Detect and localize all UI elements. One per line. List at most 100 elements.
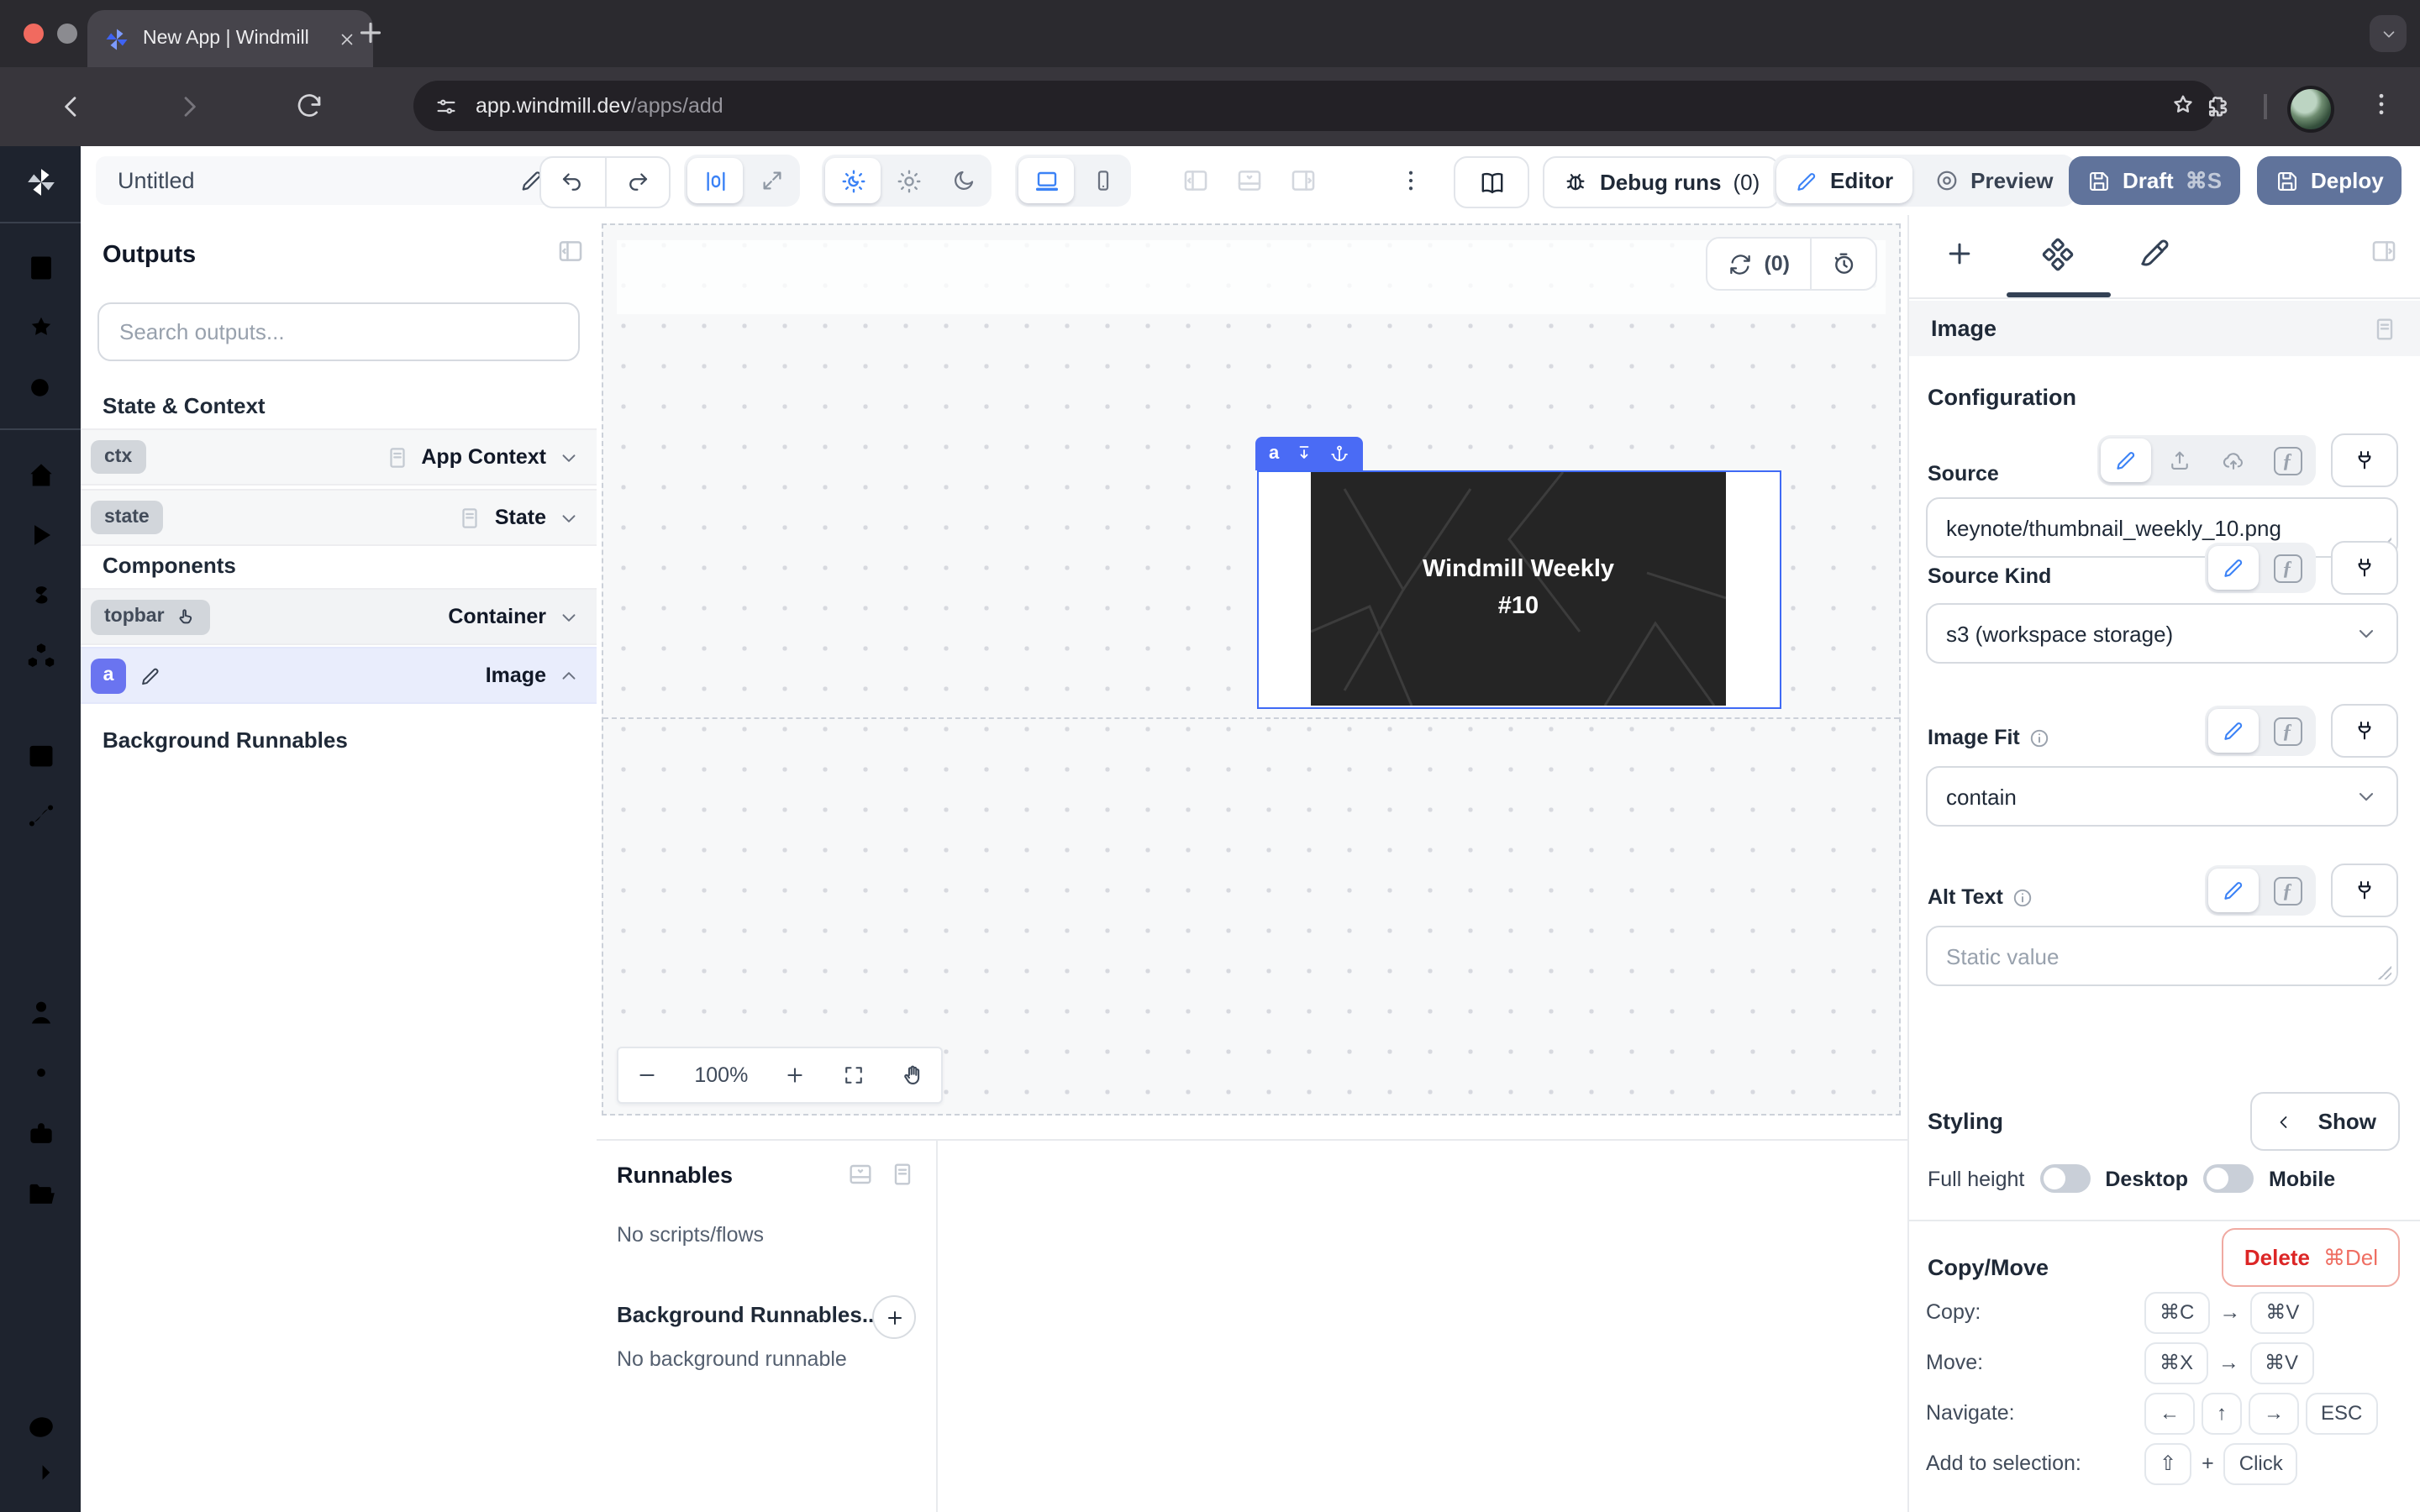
- ctx-badge[interactable]: ctx: [91, 440, 145, 474]
- zoom-in-plus-icon[interactable]: [783, 1063, 807, 1087]
- extensions-puzzle-icon[interactable]: [2205, 92, 2233, 121]
- home-icon[interactable]: [24, 459, 56, 491]
- collapse-panel-down-icon[interactable]: [847, 1161, 874, 1188]
- tab-search-chevron[interactable]: [2370, 15, 2407, 52]
- editor-tab[interactable]: Editor: [1776, 158, 1912, 203]
- source-upload-button[interactable]: [2154, 438, 2205, 482]
- chevron-down-icon[interactable]: [558, 507, 580, 528]
- source-kind-select[interactable]: s3 (workspace storage): [1926, 603, 2398, 664]
- source-static-pencil-button[interactable]: [2101, 438, 2151, 482]
- collapse-arrow-right-icon[interactable]: [24, 1457, 56, 1488]
- component-doc-icon[interactable]: [2371, 315, 2398, 342]
- info-icon[interactable]: [2028, 727, 2050, 748]
- runnables-doc-icon[interactable]: [889, 1161, 916, 1188]
- styling-tab-brush-icon[interactable]: [2138, 237, 2171, 270]
- system-theme-button[interactable]: [825, 158, 881, 203]
- topbar-badge[interactable]: topbar: [91, 599, 210, 634]
- more-options-kebab-icon[interactable]: [1397, 166, 1425, 203]
- full-height-toggle[interactable]: [2039, 1164, 2090, 1193]
- app-canvas[interactable]: (0) a: [602, 223, 1901, 1116]
- browser-tab[interactable]: New App | Windmill: [87, 10, 373, 67]
- image-fit-select[interactable]: contain: [1926, 766, 2398, 827]
- info-icon[interactable]: [2012, 886, 2033, 908]
- state-output-row[interactable]: state State: [81, 489, 597, 546]
- collapse-panel-icon[interactable]: [556, 237, 585, 265]
- help-icon[interactable]: [24, 1411, 56, 1443]
- favorites-star-icon[interactable]: [24, 312, 56, 344]
- folders-icon[interactable]: [24, 1178, 56, 1210]
- user-icon[interactable]: [24, 996, 56, 1028]
- alt-text-plug-button[interactable]: [2331, 864, 2398, 917]
- workspace-icon[interactable]: [24, 252, 56, 284]
- collapse-settings-panel-icon[interactable]: [2370, 237, 2398, 265]
- state-badge[interactable]: state: [91, 501, 163, 534]
- desktop-view-button[interactable]: [1018, 158, 1074, 203]
- panel-bottom-toggle-icon[interactable]: [1235, 166, 1264, 195]
- insert-component-tab-plus-icon[interactable]: [1943, 237, 1976, 270]
- ctx-output-row[interactable]: ctx App Context: [81, 428, 597, 486]
- windmill-logo[interactable]: [24, 166, 56, 198]
- alt-text-input[interactable]: Static value: [1926, 926, 2398, 986]
- url-input[interactable]: app.windmill.dev/apps/add: [413, 81, 2217, 131]
- source-connect-plug-button[interactable]: [2331, 433, 2398, 487]
- alt-text-pencil-button[interactable]: [2208, 869, 2259, 912]
- fit-view-icon[interactable]: [842, 1063, 865, 1087]
- resize-handle[interactable]: [2378, 966, 2391, 979]
- flows-route-icon[interactable]: [24, 800, 56, 832]
- mobile-view-button[interactable]: [1077, 168, 1128, 193]
- source-s3-cloud-button[interactable]: [2208, 438, 2259, 482]
- zoom-out-minus-icon[interactable]: [636, 1063, 660, 1087]
- create-plus-icon[interactable]: [24, 860, 56, 892]
- browser-menu-kebab-icon[interactable]: [2366, 89, 2396, 128]
- add-background-runnable-button[interactable]: [872, 1295, 916, 1339]
- doc-icon[interactable]: [384, 444, 409, 470]
- traffic-close-button[interactable]: [24, 24, 44, 44]
- variables-dollar-icon[interactable]: [24, 580, 56, 612]
- fullwidth-expand-icon[interactable]: [746, 168, 797, 193]
- image-fit-plug-button[interactable]: [2331, 704, 2398, 758]
- image-fit-pencil-button[interactable]: [2208, 709, 2259, 753]
- panel-left-toggle-icon[interactable]: [1181, 166, 1210, 195]
- chevron-down-icon[interactable]: [558, 606, 580, 627]
- topbar-container-region[interactable]: [617, 240, 1886, 314]
- outputs-search[interactable]: [97, 302, 580, 361]
- image-fit-fx-button[interactable]: ƒ: [2262, 709, 2312, 753]
- deploy-button[interactable]: Deploy: [2257, 156, 2402, 205]
- runs-play-icon[interactable]: [24, 519, 56, 551]
- docs-book-button[interactable]: [1454, 156, 1529, 208]
- outputs-search-input[interactable]: [116, 318, 561, 346]
- schedules-calendar-icon[interactable]: [24, 739, 56, 771]
- alt-text-fx-button[interactable]: ƒ: [2262, 869, 2312, 912]
- topbar-component-row[interactable]: topbar Container: [81, 588, 597, 645]
- expand-down-icon[interactable]: [1294, 444, 1314, 464]
- settings-gear-icon[interactable]: [24, 1057, 56, 1089]
- panel-right-toggle-icon[interactable]: [1289, 166, 1318, 195]
- source-kind-pencil-button[interactable]: [2208, 546, 2259, 590]
- desktop-toggle[interactable]: [2203, 1164, 2254, 1193]
- selected-image-component[interactable]: a Windmill Weekly #10: [1257, 470, 1781, 709]
- centered-width-button[interactable]: [687, 158, 743, 203]
- delete-button[interactable]: Delete⌘Del: [2223, 1228, 2400, 1287]
- resources-cubes-icon[interactable]: [24, 640, 56, 672]
- app-name-field[interactable]: Untitled: [96, 156, 561, 205]
- source-kind-plug-button[interactable]: [2331, 541, 2398, 595]
- component-id-badge[interactable]: a: [1269, 444, 1279, 464]
- new-tab-button[interactable]: [353, 15, 388, 50]
- history-button[interactable]: [1810, 239, 1876, 289]
- styling-show-button[interactable]: Show: [2251, 1092, 2400, 1151]
- forward-icon[interactable]: [173, 91, 205, 123]
- workers-robot-icon[interactable]: [24, 1117, 56, 1149]
- refresh-components-button[interactable]: (0): [1707, 251, 1810, 276]
- preview-tab[interactable]: Preview: [1915, 158, 2071, 203]
- settings-tab-components-icon[interactable]: [2040, 237, 2075, 272]
- dark-theme-moon-icon[interactable]: [938, 168, 988, 193]
- draft-button[interactable]: Draft ⌘S: [2069, 156, 2240, 205]
- edit-id-pencil-icon[interactable]: [133, 658, 168, 693]
- browser-profile-avatar[interactable]: [2287, 86, 2334, 133]
- reload-icon[interactable]: [294, 91, 324, 121]
- back-icon[interactable]: [55, 91, 87, 123]
- pan-hand-icon[interactable]: [900, 1063, 923, 1087]
- image-component-row[interactable]: a Image: [81, 647, 597, 704]
- source-kind-fx-button[interactable]: ƒ: [2262, 546, 2312, 590]
- anchor-icon[interactable]: [1329, 444, 1349, 464]
